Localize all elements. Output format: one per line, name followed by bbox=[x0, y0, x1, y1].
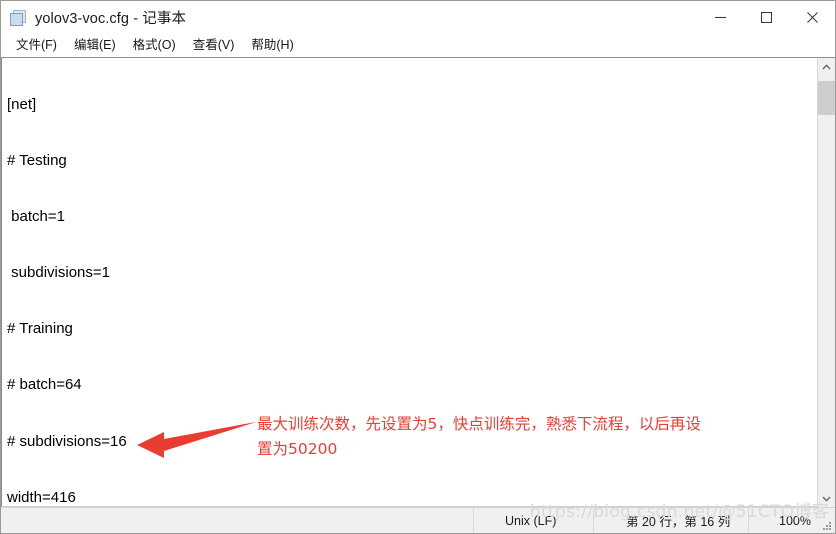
code-line: # Testing bbox=[7, 152, 67, 170]
code-line: # Training bbox=[7, 320, 73, 338]
code-line: # batch=64 bbox=[7, 376, 82, 394]
status-cursor-position: 第 20 行，第 16 列 bbox=[593, 508, 748, 533]
scrollbar-thumb[interactable] bbox=[818, 81, 835, 115]
maximize-icon[interactable] bbox=[743, 1, 789, 33]
menu-bar: 文件(F) 编辑(E) 格式(O) 查看(V) 帮助(H) bbox=[1, 34, 835, 56]
code-line: subdivisions=1 bbox=[7, 264, 110, 282]
code-line: [net] bbox=[7, 96, 37, 113]
window-title: yolov3-voc.cfg - 记事本 bbox=[35, 11, 187, 27]
chevron-up-icon[interactable] bbox=[818, 58, 835, 75]
editor-area: [net] # Testing batch=1 subdivisions=1 #… bbox=[1, 56, 835, 507]
code-line: width=416 bbox=[7, 488, 76, 506]
window-controls bbox=[697, 1, 835, 33]
menu-item-help[interactable]: 帮助(H) bbox=[243, 34, 302, 56]
menu-item-view[interactable]: 查看(V) bbox=[185, 34, 244, 56]
close-icon[interactable] bbox=[789, 1, 835, 33]
code-line: # subdivisions=16 bbox=[7, 432, 127, 450]
editor-text-layer: [net] # Testing batch=1 subdivisions=1 #… bbox=[2, 60, 817, 506]
title-bar[interactable]: yolov3-voc.cfg - 记事本 bbox=[1, 1, 835, 34]
menu-item-edit[interactable]: 编辑(E) bbox=[66, 34, 125, 56]
menu-item-file[interactable]: 文件(F) bbox=[8, 34, 66, 56]
notepad-window: yolov3-voc.cfg - 记事本 文件(F) 编辑(E) 格式(O) 查… bbox=[0, 0, 836, 534]
minimize-icon[interactable] bbox=[697, 1, 743, 33]
notepad-icon bbox=[10, 9, 27, 26]
status-bar: Unix (LF) 第 20 行，第 16 列 100% bbox=[1, 507, 835, 533]
resize-grip[interactable] bbox=[822, 521, 832, 531]
vertical-scrollbar[interactable] bbox=[817, 57, 835, 507]
code-line: batch=1 bbox=[7, 208, 65, 226]
menu-item-format[interactable]: 格式(O) bbox=[125, 34, 185, 56]
text-editor[interactable]: [net] # Testing batch=1 subdivisions=1 #… bbox=[1, 57, 817, 507]
chevron-down-icon[interactable] bbox=[818, 490, 835, 507]
status-line-ending: Unix (LF) bbox=[473, 508, 593, 533]
scrollbar-track[interactable] bbox=[818, 75, 835, 490]
